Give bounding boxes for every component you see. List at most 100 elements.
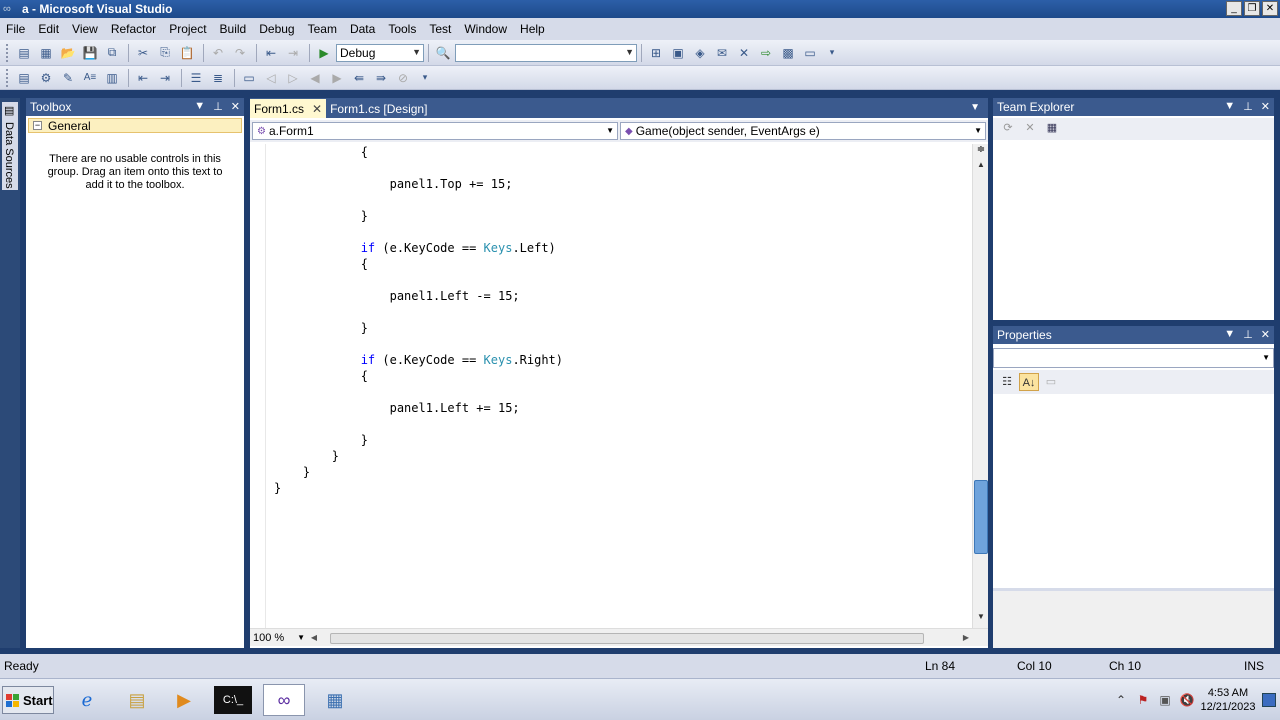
- navigate-forward-icon[interactable]: ⇥: [283, 43, 303, 63]
- remove-icon[interactable]: ✕: [1021, 121, 1039, 137]
- object-selector-combo[interactable]: ▼: [993, 348, 1274, 368]
- internet-explorer-icon[interactable]: ℯ: [66, 684, 108, 716]
- next-bookmark-icon[interactable]: ▷: [283, 68, 303, 88]
- properties-window-icon[interactable]: ▣: [668, 43, 688, 63]
- redo-icon[interactable]: ↷: [230, 43, 250, 63]
- pin-icon[interactable]: ⊥: [213, 100, 223, 113]
- toolbar-options-icon[interactable]: ▾: [415, 68, 435, 88]
- comment-lines-icon[interactable]: ☰: [186, 68, 206, 88]
- alphabetical-icon[interactable]: A↓: [1019, 373, 1039, 391]
- solution-configuration-combo[interactable]: Debug ▼: [336, 43, 424, 62]
- splitter-icon[interactable]: ≑: [974, 144, 988, 158]
- data-sources-tab[interactable]: ▤ Data Sources: [2, 102, 18, 190]
- tab-form1-code[interactable]: Form1.cs ✕: [250, 99, 327, 118]
- clear-bookmarks-icon[interactable]: ⊘: [393, 68, 413, 88]
- zoom-combo[interactable]: 100 % ▼: [250, 630, 308, 646]
- menu-edit[interactable]: Edit: [38, 22, 72, 36]
- menu-build[interactable]: Build: [220, 22, 260, 36]
- menu-debug[interactable]: Debug: [259, 22, 307, 36]
- start-page-icon[interactable]: ⇨: [756, 43, 776, 63]
- object-browser-icon[interactable]: ◈: [690, 43, 710, 63]
- menu-help[interactable]: Help: [520, 22, 558, 36]
- menu-window[interactable]: Window: [464, 22, 520, 36]
- collapse-icon[interactable]: −: [33, 121, 42, 130]
- menu-view[interactable]: View: [72, 22, 111, 36]
- horizontal-scroll-thumb[interactable]: [330, 632, 924, 644]
- menu-file[interactable]: File: [6, 22, 38, 36]
- parameter-info-icon[interactable]: ⚙: [36, 68, 56, 88]
- refresh-icon[interactable]: ⟳: [999, 121, 1017, 137]
- close-icon[interactable]: ✕: [1261, 100, 1270, 113]
- close-icon[interactable]: ✕: [231, 100, 240, 113]
- tools-icon[interactable]: ✕: [734, 43, 754, 63]
- menu-project[interactable]: Project: [169, 22, 219, 36]
- command-window-icon[interactable]: ▭: [800, 43, 820, 63]
- property-grid[interactable]: [993, 396, 1274, 586]
- close-icon[interactable]: ✕: [1261, 328, 1270, 341]
- toggle-bookmark-icon[interactable]: ▭: [239, 68, 259, 88]
- find-in-files-icon[interactable]: 🔍: [433, 43, 453, 63]
- active-files-dropdown-icon[interactable]: ▼: [970, 102, 980, 113]
- menu-team[interactable]: Team: [308, 22, 350, 36]
- class-combo[interactable]: ⚙ a.Form1 ▼: [252, 122, 618, 140]
- command-prompt-icon[interactable]: C:\_: [214, 686, 252, 714]
- vertical-scrollbar[interactable]: ≑ ▲ ▼: [972, 144, 988, 628]
- toolbox-group-general[interactable]: − General: [28, 118, 242, 133]
- indicator-margin[interactable]: [250, 144, 266, 628]
- next-bookmark-folder-icon[interactable]: ▶: [327, 68, 347, 88]
- scroll-down-icon[interactable]: ▼: [974, 612, 988, 626]
- word-completion-icon[interactable]: A≡: [80, 68, 100, 88]
- scroll-left-icon[interactable]: ◀: [308, 633, 320, 642]
- close-tab-icon[interactable]: ✕: [312, 102, 322, 116]
- previous-bookmark-folder-icon[interactable]: ◀: [305, 68, 325, 88]
- uncomment-lines-icon[interactable]: ≣: [208, 68, 228, 88]
- add-project-icon[interactable]: ▦: [1043, 121, 1061, 137]
- open-file-icon[interactable]: 📂: [58, 43, 78, 63]
- property-pages-icon[interactable]: ▭: [1041, 373, 1061, 391]
- solution-explorer-icon[interactable]: ⊞: [646, 43, 666, 63]
- start-debugging-icon[interactable]: ▶: [314, 43, 334, 63]
- show-hidden-icons-icon[interactable]: ⌃: [1110, 693, 1132, 707]
- decrease-indent-icon[interactable]: ⇤: [133, 68, 153, 88]
- toolbar-grip[interactable]: [6, 43, 10, 62]
- menu-test[interactable]: Test: [429, 22, 464, 36]
- action-center-icon[interactable]: ⚑: [1132, 693, 1154, 707]
- member-combo[interactable]: ◆ Game(object sender, EventArgs e) ▼: [620, 122, 986, 140]
- scroll-right-icon[interactable]: ▶: [960, 633, 972, 642]
- volume-icon[interactable]: 🔇: [1176, 693, 1198, 707]
- scroll-up-icon[interactable]: ▲: [974, 160, 988, 174]
- menu-refactor[interactable]: Refactor: [111, 22, 169, 36]
- display-word-icon[interactable]: ▥: [102, 68, 122, 88]
- visual-studio-taskbar-icon[interactable]: ∞: [263, 684, 305, 716]
- menu-data[interactable]: Data: [350, 22, 388, 36]
- toolbox-icon[interactable]: ✉: [712, 43, 732, 63]
- code-text-area[interactable]: { panel1.Top += 15; } if (e.KeyCode == K…: [250, 144, 972, 628]
- clock[interactable]: 4:53 AM 12/21/2023: [1198, 686, 1258, 714]
- show-desktop-button[interactable]: [1262, 693, 1276, 707]
- window-position-icon[interactable]: ▼: [194, 100, 205, 113]
- find-combo[interactable]: ▼: [455, 43, 637, 62]
- pin-icon[interactable]: ⊥: [1243, 328, 1253, 341]
- increase-indent-icon[interactable]: ⇥: [155, 68, 175, 88]
- cut-icon[interactable]: ✂: [133, 43, 153, 63]
- network-icon[interactable]: ▣: [1154, 693, 1176, 707]
- categorized-icon[interactable]: ☷: [997, 373, 1017, 391]
- undo-icon[interactable]: ↶: [208, 43, 228, 63]
- save-all-icon[interactable]: ⧉: [102, 43, 122, 63]
- menu-tools[interactable]: Tools: [388, 22, 429, 36]
- previous-bookmark-icon[interactable]: ◁: [261, 68, 281, 88]
- restore-button[interactable]: ❐: [1244, 1, 1260, 16]
- vertical-scroll-thumb[interactable]: [974, 480, 988, 554]
- toolbar-options-icon[interactable]: ▾: [822, 43, 842, 63]
- window-position-icon[interactable]: ▼: [1224, 100, 1235, 113]
- paste-icon[interactable]: 📋: [177, 43, 197, 63]
- server-manager-icon[interactable]: ▦: [314, 684, 356, 716]
- pin-icon[interactable]: ⊥: [1243, 100, 1253, 113]
- tab-form1-design[interactable]: Form1.cs [Design]: [326, 99, 431, 118]
- add-item-icon[interactable]: ▦: [36, 43, 56, 63]
- toolbar-grip[interactable]: [6, 68, 10, 87]
- minimize-button[interactable]: _: [1226, 1, 1242, 16]
- navigate-backward-icon[interactable]: ⇤: [261, 43, 281, 63]
- previous-bookmark-document-icon[interactable]: ⇚: [349, 68, 369, 88]
- horizontal-scrollbar[interactable]: [320, 632, 960, 644]
